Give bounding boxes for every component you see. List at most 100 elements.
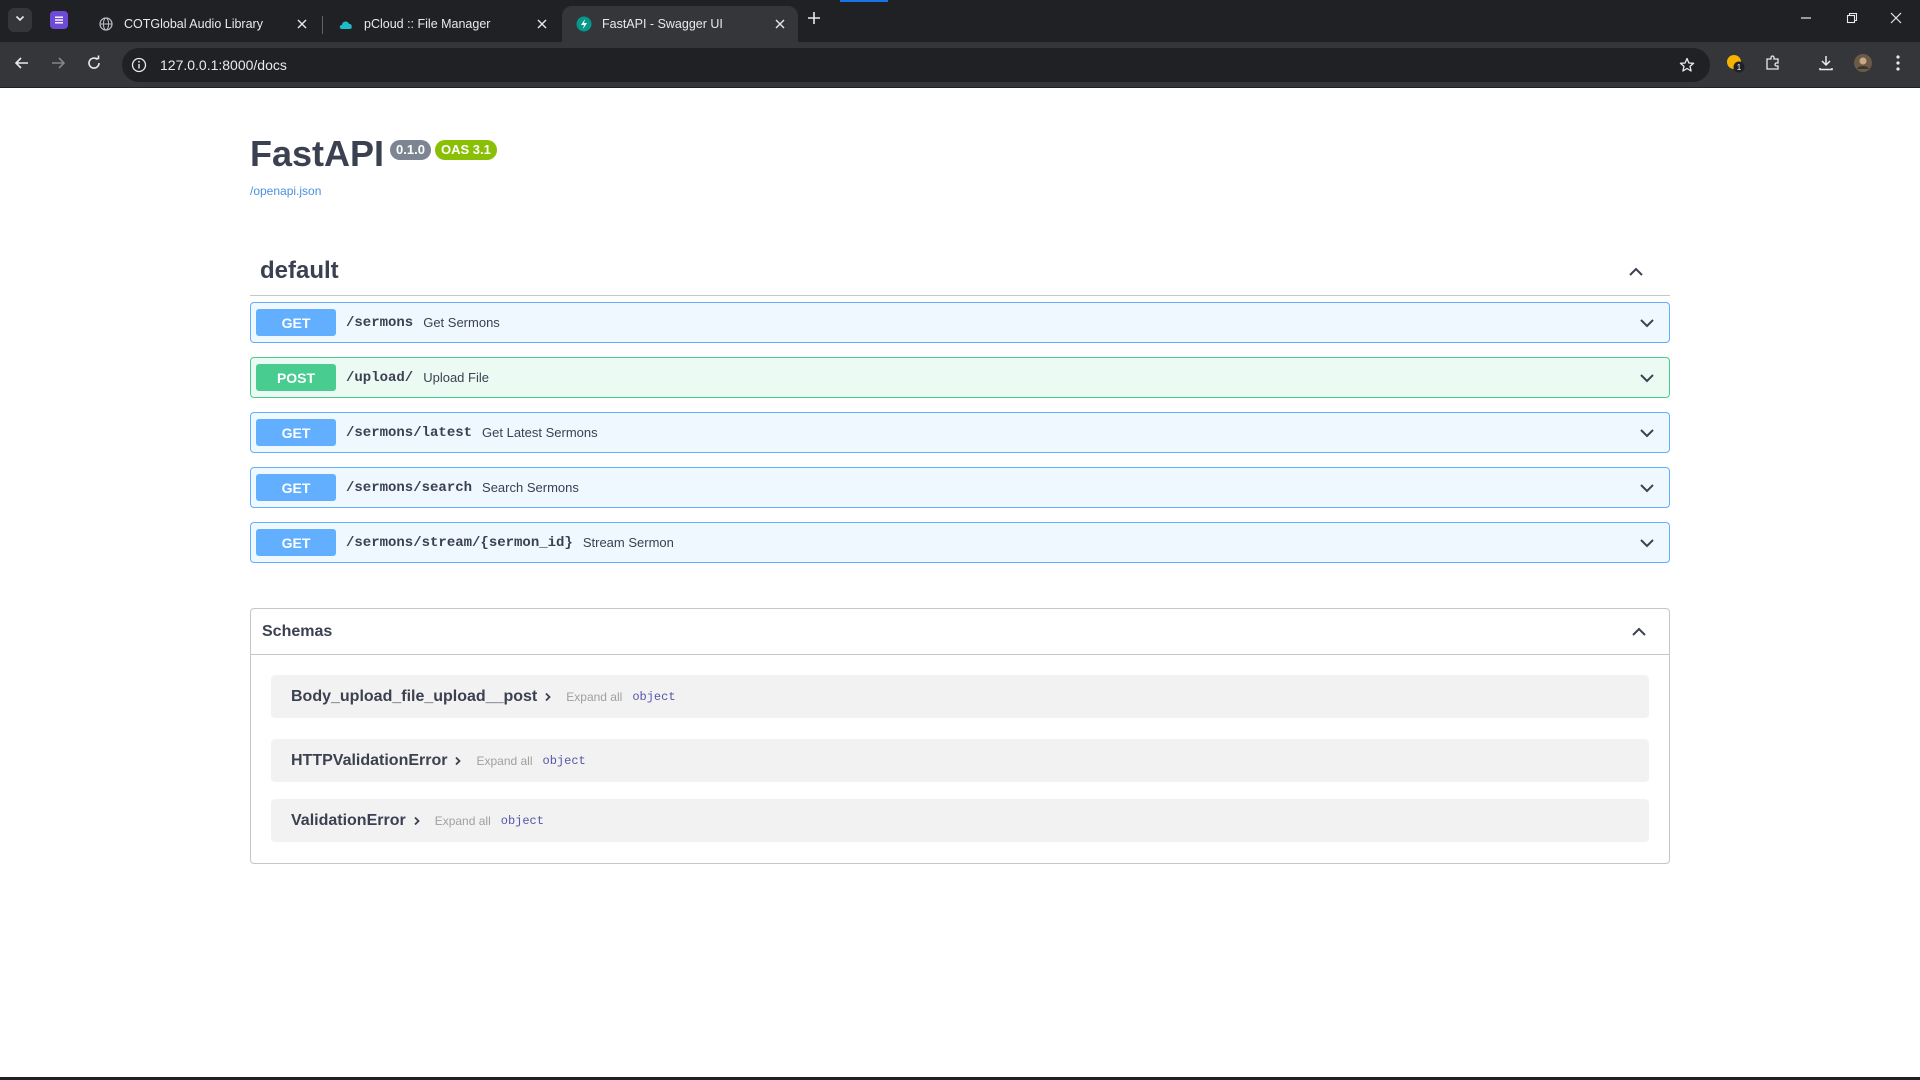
restore-icon [1846, 11, 1858, 29]
operation-path: /sermons [346, 314, 414, 331]
chevron-up-icon[interactable] [1626, 262, 1646, 282]
tab-search-button[interactable] [8, 8, 32, 32]
chevron-down-icon[interactable] [1637, 313, 1657, 333]
expand-all-link[interactable]: Expand all [476, 754, 532, 768]
operation-summary: Stream Sermon [582, 535, 674, 550]
schema-name: ValidationError [291, 811, 406, 829]
schema-name: Body_upload_file_upload__post [291, 687, 538, 705]
schemas-title: Schemas [262, 622, 333, 640]
profile-avatar[interactable] [1852, 53, 1874, 78]
chevron-down-icon[interactable] [1637, 368, 1657, 388]
schema-validation-error[interactable]: ValidationError Expand all object [271, 799, 1649, 842]
reload-button[interactable] [82, 53, 106, 77]
more-vertical-icon [1895, 54, 1901, 77]
svg-text:1: 1 [1737, 63, 1742, 72]
schema-type: object [632, 689, 676, 704]
operation-summary: Search Sermons [482, 480, 579, 495]
operation-path: /upload/ [346, 369, 414, 386]
window-close-button[interactable] [1882, 8, 1910, 32]
avatar-icon [1853, 53, 1873, 78]
schema-type: object [542, 753, 586, 768]
tab-pcloud[interactable]: pCloud :: File Manager [324, 6, 560, 42]
site-info-icon[interactable] [130, 56, 148, 74]
browser-menu-button[interactable] [1887, 54, 1909, 76]
chevron-up-icon[interactable] [1629, 622, 1649, 642]
browser-tab-strip: COTGlobal Audio Library pCloud :: File M… [0, 0, 1920, 42]
tab-swagger[interactable]: FastAPI - Swagger UI [562, 6, 798, 42]
url-text: 127.0.0.1:8000/docs [160, 57, 287, 73]
http-method-badge: GET [256, 529, 336, 556]
globe-icon [98, 16, 114, 32]
http-method-badge: GET [256, 309, 336, 336]
minimize-icon [1800, 11, 1812, 29]
arrow-left-icon [14, 55, 30, 76]
pcloud-icon [338, 16, 354, 32]
chevron-right-icon[interactable] [542, 691, 554, 703]
extension-badge-button[interactable]: 1 [1724, 54, 1746, 76]
operation-path: /sermons/stream/{sermon_id} [346, 534, 573, 551]
close-icon [1890, 11, 1902, 29]
tag-section-default[interactable]: default [250, 246, 1670, 296]
tab-strip-accent [840, 0, 888, 2]
plus-icon [807, 11, 821, 30]
api-title: FastAPI [250, 133, 385, 174]
close-icon[interactable] [534, 16, 550, 32]
chevron-right-icon[interactable] [452, 755, 464, 767]
operation-get-sermons[interactable]: GET /sermons Get Sermons [250, 302, 1670, 343]
operation-summary: Get Sermons [423, 315, 500, 330]
chevron-down-icon [14, 11, 26, 29]
puzzle-icon [1764, 54, 1782, 77]
http-method-badge: GET [256, 419, 336, 446]
operation-get-sermons-latest[interactable]: GET /sermons/latest Get Latest Sermons [250, 412, 1670, 453]
operation-get-sermons-stream[interactable]: GET /sermons/stream/{sermon_id} Stream S… [250, 522, 1670, 563]
tag-title: default [260, 256, 339, 284]
schema-type: object [500, 813, 544, 828]
tab-title: FastAPI - Swagger UI [602, 17, 723, 31]
tab-separator [322, 16, 323, 34]
operation-path: /sermons/latest [346, 424, 473, 441]
oas-badge: OAS 3.1 [434, 140, 497, 160]
reload-icon [86, 55, 102, 76]
back-button[interactable] [10, 53, 34, 77]
minimize-button[interactable] [1792, 8, 1820, 32]
expand-all-link[interactable]: Expand all [435, 814, 491, 828]
schemas-header[interactable]: Schemas [251, 609, 1669, 655]
extensions-button[interactable] [1762, 54, 1784, 76]
downloads-button[interactable] [1815, 54, 1837, 76]
operation-summary: Get Latest Sermons [482, 425, 598, 440]
schema-body-upload-file[interactable]: Body_upload_file_upload__post Expand all… [271, 675, 1649, 718]
operation-post-upload[interactable]: POST /upload/ Upload File [250, 357, 1670, 398]
browser-toolbar: 127.0.0.1:8000/docs 1 [0, 42, 1920, 88]
fastapi-icon [576, 16, 592, 32]
http-method-badge: POST [256, 364, 336, 391]
schemas-section: Schemas Body_upload_file_upload__post Ex… [250, 608, 1670, 864]
extension-badge-icon: 1 [1725, 53, 1745, 78]
expand-all-link[interactable]: Expand all [566, 690, 622, 704]
bookmark-star-icon[interactable] [1678, 56, 1696, 74]
operation-get-sermons-search[interactable]: GET /sermons/search Search Sermons [250, 467, 1670, 508]
schema-http-validation-error[interactable]: HTTPValidationError Expand all object [271, 739, 1649, 782]
restore-button[interactable] [1838, 8, 1866, 32]
chevron-down-icon[interactable] [1637, 478, 1657, 498]
close-icon[interactable] [772, 16, 788, 32]
download-icon [1817, 54, 1835, 77]
chevron-down-icon[interactable] [1637, 533, 1657, 553]
http-method-badge: GET [256, 474, 336, 501]
close-icon[interactable] [294, 16, 310, 32]
tab-title: COTGlobal Audio Library [124, 17, 263, 31]
arrow-right-icon [50, 55, 66, 76]
new-tab-button[interactable] [804, 10, 824, 30]
address-bar[interactable]: 127.0.0.1:8000/docs [122, 48, 1710, 82]
forward-button[interactable] [46, 53, 70, 77]
chevron-right-icon[interactable] [411, 815, 423, 827]
tab-cotglobal[interactable]: COTGlobal Audio Library [84, 6, 320, 42]
operation-path: /sermons/search [346, 479, 473, 496]
chevron-down-icon[interactable] [1637, 423, 1657, 443]
openapi-json-link[interactable]: /openapi.json [250, 184, 321, 198]
tab-title: pCloud :: File Manager [364, 17, 491, 31]
operation-summary: Upload File [423, 370, 489, 385]
version-badge: 0.1.0 [390, 140, 431, 160]
schema-name: HTTPValidationError [291, 751, 448, 769]
api-title-row: FastAPI 0.1.0 OAS 3.1 [250, 133, 497, 175]
pinned-app-icon[interactable] [50, 11, 68, 29]
